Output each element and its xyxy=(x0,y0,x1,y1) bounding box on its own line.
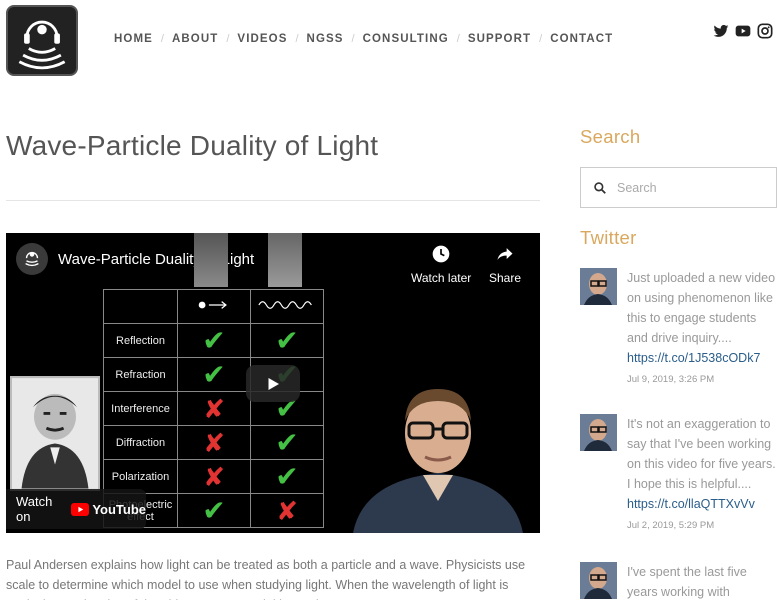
channel-avatar-icon[interactable] xyxy=(16,243,48,275)
particle-icon xyxy=(177,289,251,324)
nav-contact[interactable]: CONTACT xyxy=(550,33,613,45)
nav-separator: / xyxy=(226,33,230,45)
watch-later-label: Watch later xyxy=(411,271,472,285)
site-logo[interactable] xyxy=(6,5,78,76)
title-divider xyxy=(6,200,540,201)
watch-on-label: Watch on xyxy=(16,494,53,524)
tweet-body: Just uploaded a new video on using pheno… xyxy=(627,268,777,385)
row-label: Diffraction xyxy=(103,425,178,460)
row-label: Interference xyxy=(103,391,178,426)
nav-separator: / xyxy=(539,33,543,45)
table-header-row xyxy=(103,289,324,324)
video-embed[interactable]: Wave-Particle Duality of Light Watch lat… xyxy=(6,233,540,533)
tweet-link[interactable]: https://t.co/1J538cODk7 xyxy=(627,348,777,368)
play-button[interactable] xyxy=(246,365,300,402)
cross-icon: ✘ xyxy=(177,425,251,460)
nav-separator: / xyxy=(456,33,460,45)
search-icon[interactable] xyxy=(593,181,607,195)
search-input[interactable] xyxy=(617,180,757,195)
nav-separator: / xyxy=(351,33,355,45)
nav-separator: / xyxy=(160,33,164,45)
youtube-wordmark: YouTube xyxy=(92,501,146,517)
youtube-icon[interactable] xyxy=(735,23,751,39)
watch-later-button[interactable]: Watch later xyxy=(411,243,471,285)
nav-separator: / xyxy=(295,33,299,45)
nav-about[interactable]: ABOUT xyxy=(172,33,218,45)
table-corner xyxy=(103,289,178,324)
search-heading: Search xyxy=(580,126,641,147)
page-title: Wave-Particle Duality of Light xyxy=(6,130,379,161)
tweet-date[interactable]: Jul 9, 2019, 3:26 PM xyxy=(627,374,777,385)
social-links xyxy=(713,23,773,39)
tweet-body: I've spent the last five years working w… xyxy=(627,562,777,600)
table-row: Reflection ✔ ✔ xyxy=(103,323,324,358)
check-icon: ✔ xyxy=(250,459,324,494)
share-arrow-icon xyxy=(489,243,521,265)
wave-icon xyxy=(250,289,324,324)
einstein-photo xyxy=(10,376,100,491)
youtube-logo: YouTube xyxy=(71,502,146,517)
nav-consulting[interactable]: CONSULTING xyxy=(363,33,449,45)
check-icon: ✔ xyxy=(177,323,251,358)
nav-home[interactable]: HOME xyxy=(114,33,153,45)
tweet-text: I've spent the last five years working w… xyxy=(627,565,747,599)
check-icon: ✔ xyxy=(250,323,324,358)
headphones-logo-icon xyxy=(18,20,66,70)
play-icon xyxy=(268,377,279,390)
scientist-portrait-1 xyxy=(194,233,228,287)
nav-support[interactable]: SUPPORT xyxy=(468,33,531,45)
avatar[interactable] xyxy=(580,268,617,305)
presenter-video-frame xyxy=(343,371,533,533)
cross-icon: ✘ xyxy=(177,391,251,426)
row-label: Reflection xyxy=(103,323,178,358)
avatar[interactable] xyxy=(580,414,617,451)
scientist-portrait-2 xyxy=(268,233,302,287)
row-label: Refraction xyxy=(103,357,178,392)
cross-icon: ✘ xyxy=(177,459,251,494)
share-button[interactable]: Share xyxy=(489,243,521,285)
share-label: Share xyxy=(489,271,522,285)
table-row: Diffraction ✘ ✔ xyxy=(103,425,324,460)
tweet-body: It's not an exaggeration to say that I'v… xyxy=(627,414,777,531)
clock-icon xyxy=(411,243,471,265)
tweet-link[interactable]: https://t.co/llaQTTXvVv xyxy=(627,494,777,514)
tweet-date[interactable]: Jul 2, 2019, 5:29 PM xyxy=(627,520,777,531)
search-box xyxy=(580,167,777,208)
instagram-icon[interactable] xyxy=(757,23,773,39)
tweet-text: It's not an exaggeration to say that I'v… xyxy=(627,417,776,491)
twitter-heading: Twitter xyxy=(580,227,637,248)
cross-icon: ✘ xyxy=(250,493,324,528)
check-icon: ✔ xyxy=(177,493,251,528)
check-icon: ✔ xyxy=(250,425,324,460)
nav-videos[interactable]: VIDEOS xyxy=(237,33,287,45)
main-nav: HOME / ABOUT / VIDEOS / NGSS / CONSULTIN… xyxy=(114,33,613,45)
avatar[interactable] xyxy=(580,562,617,599)
check-icon: ✔ xyxy=(177,357,251,392)
nav-ngss[interactable]: NGSS xyxy=(307,33,344,45)
youtube-play-icon xyxy=(71,502,90,516)
video-description: Paul Andersen explains how light can be … xyxy=(6,558,526,600)
tweet-text: Just uploaded a new video on using pheno… xyxy=(627,271,776,345)
watch-on-youtube-button[interactable]: Watch on YouTube xyxy=(6,489,146,529)
twitter-icon[interactable] xyxy=(713,23,729,39)
